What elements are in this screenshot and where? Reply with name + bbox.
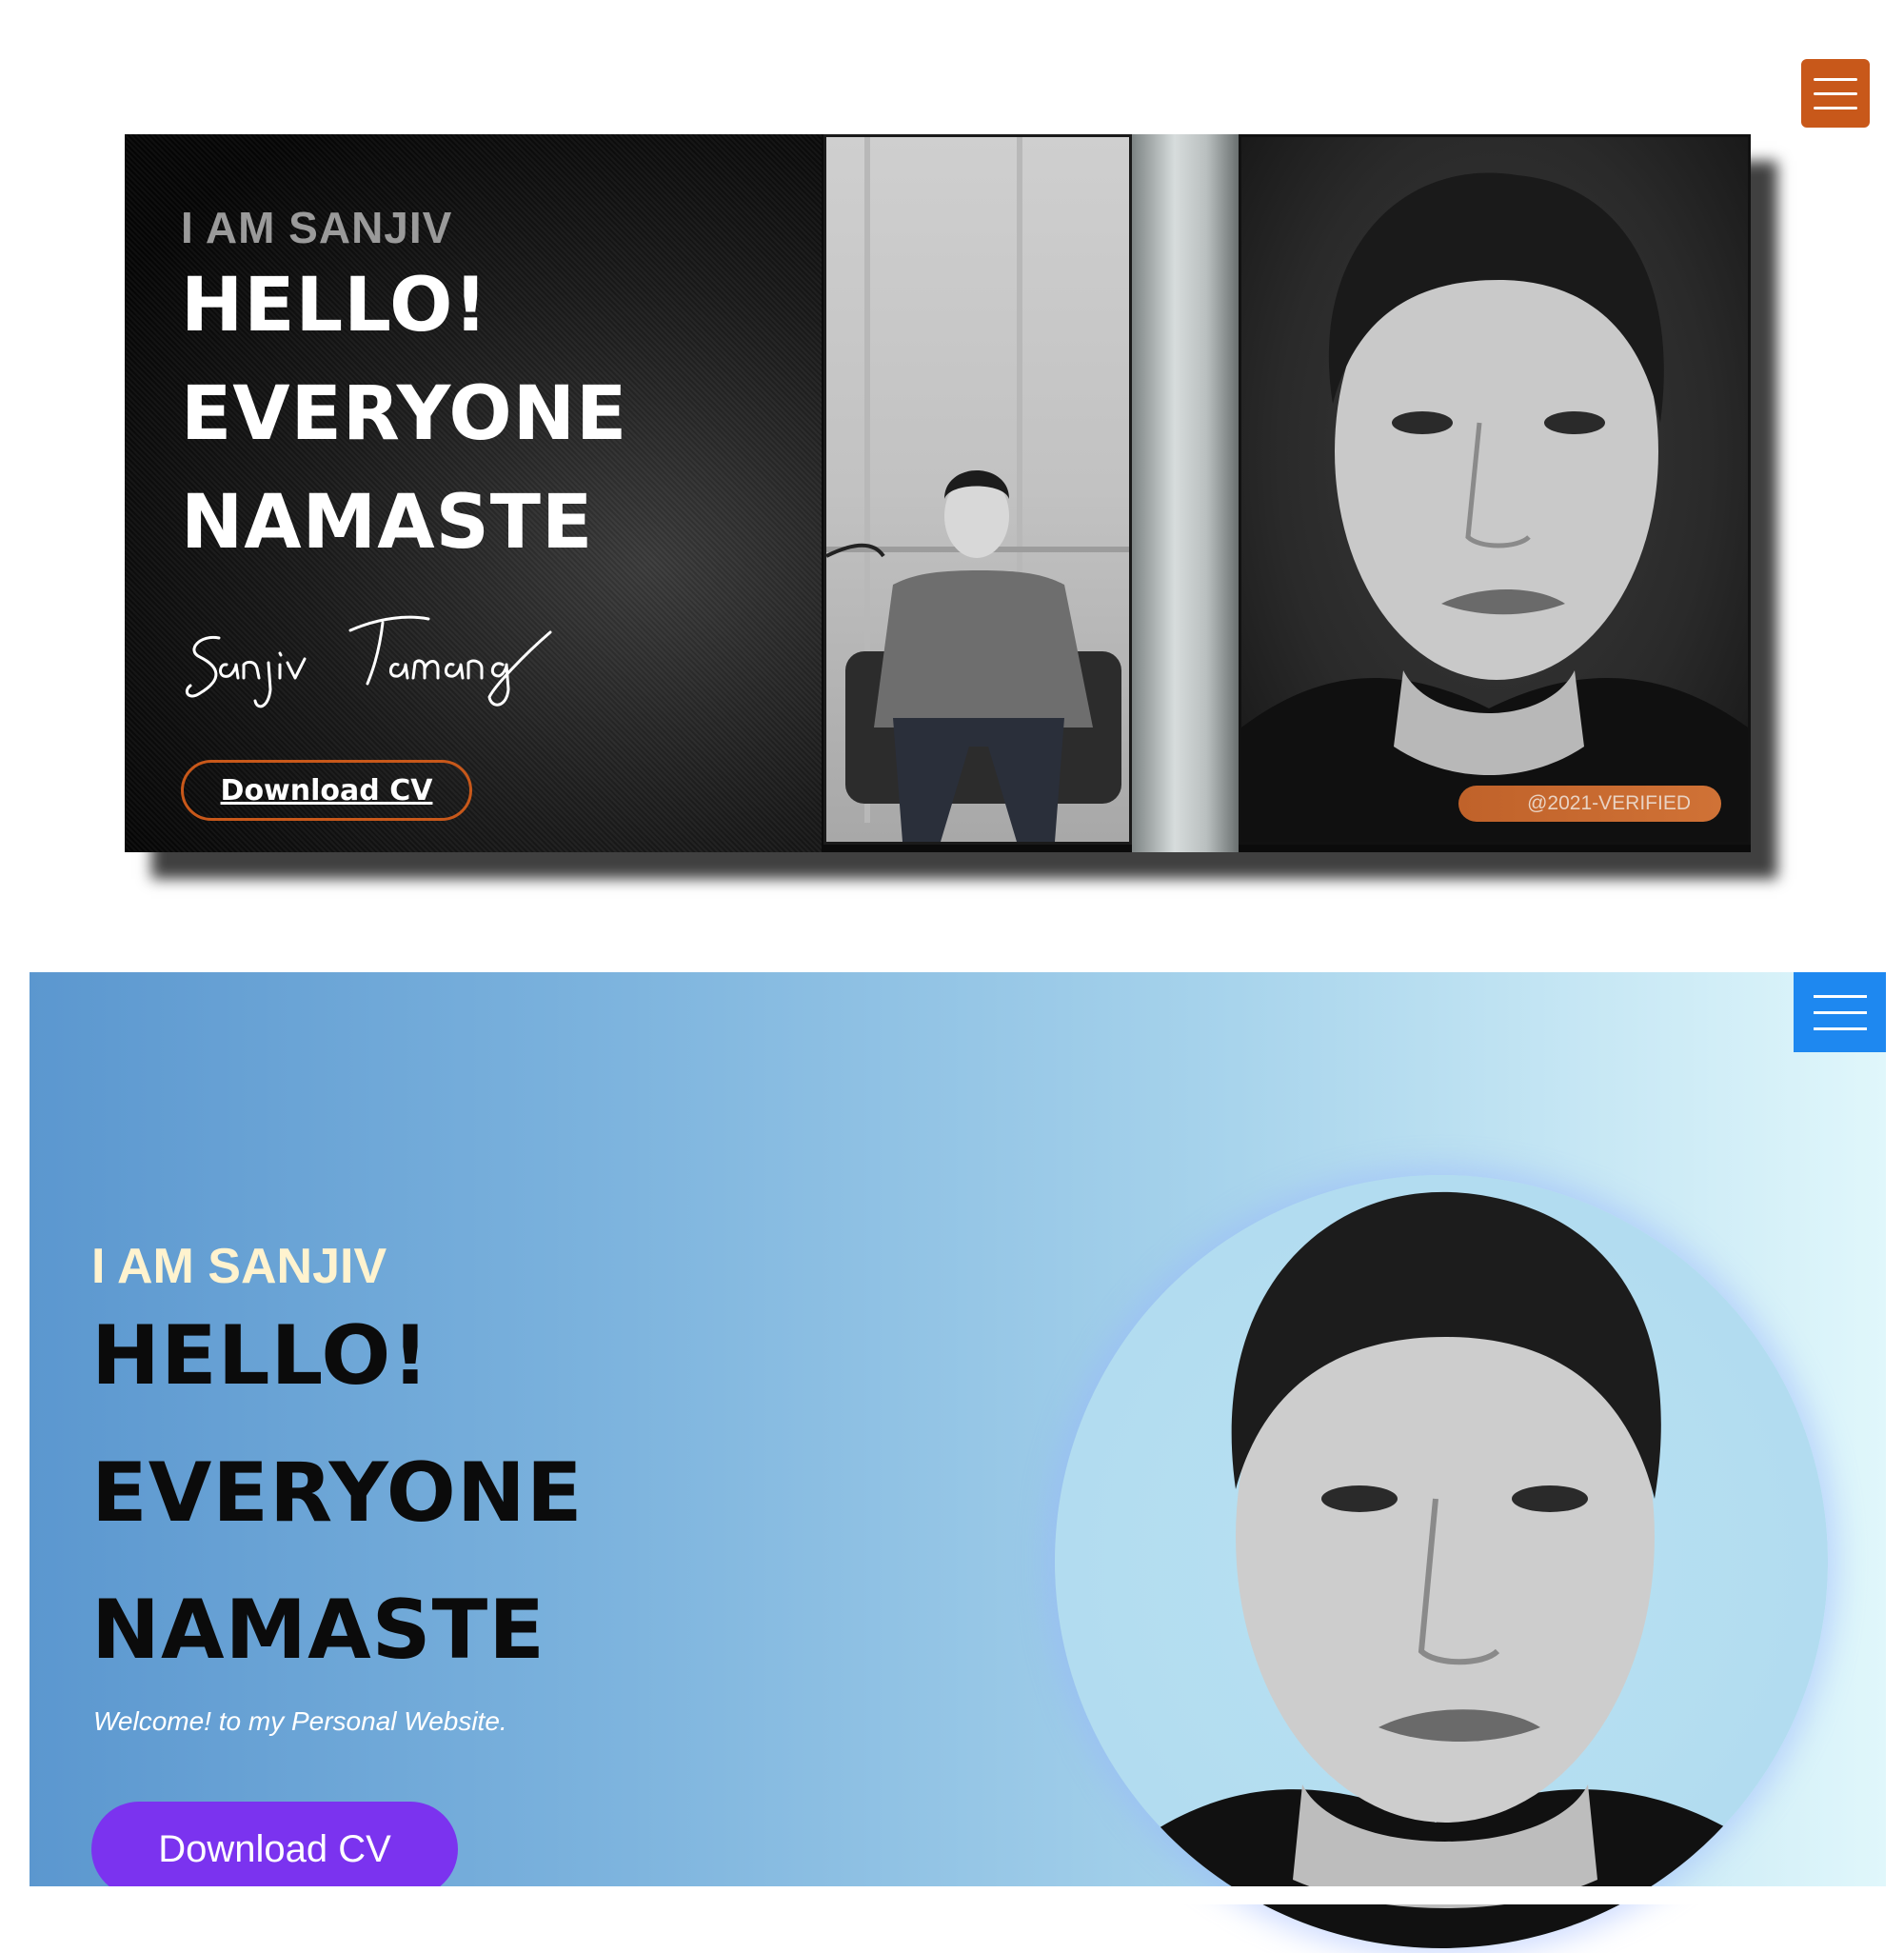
page-bottom-edge bbox=[0, 1886, 1904, 1904]
welcome-text: Welcome! to my Personal Website. bbox=[93, 1706, 507, 1736]
hamburger-icon bbox=[1813, 1026, 1867, 1030]
hero-eyebrow-bottom: I AM SANJIV bbox=[91, 1239, 387, 1294]
hamburger-icon bbox=[1814, 91, 1857, 95]
photo-face bbox=[1239, 134, 1751, 845]
hero-headline-bottom-line-2: EVERYONE bbox=[91, 1445, 584, 1541]
menu-button-bottom[interactable] bbox=[1794, 972, 1886, 1052]
hero-headline-bottom-line-3: NAMASTE bbox=[91, 1583, 546, 1678]
hamburger-icon bbox=[1813, 994, 1867, 998]
signature-image bbox=[185, 615, 552, 708]
photo-divider bbox=[1132, 134, 1239, 852]
portrait-circle bbox=[1055, 1175, 1828, 1948]
hamburger-icon bbox=[1814, 106, 1857, 110]
hero-headline-bottom-line-1: HELLO! bbox=[91, 1308, 430, 1404]
seated-person-image bbox=[826, 137, 1129, 842]
hero-headline-line-2: EVERYONE bbox=[181, 371, 628, 457]
hamburger-icon bbox=[1814, 77, 1857, 81]
hero-headline-line-3: NAMASTE bbox=[181, 480, 594, 566]
photo-seated bbox=[823, 134, 1132, 845]
hero-headline-line-1: HELLO! bbox=[181, 263, 489, 349]
menu-button-top[interactable] bbox=[1801, 59, 1870, 128]
hamburger-icon bbox=[1813, 1010, 1867, 1014]
hero-eyebrow: I AM SANJIV bbox=[181, 203, 453, 252]
download-cv-button-bottom[interactable]: Download CV bbox=[91, 1802, 458, 1897]
download-cv-button[interactable]: Download CV bbox=[181, 760, 472, 821]
verified-badge: @2021-VERIFIED bbox=[1458, 786, 1721, 822]
portrait-face-image bbox=[1112, 1191, 1778, 1948]
face-portrait-image bbox=[1241, 172, 1748, 842]
